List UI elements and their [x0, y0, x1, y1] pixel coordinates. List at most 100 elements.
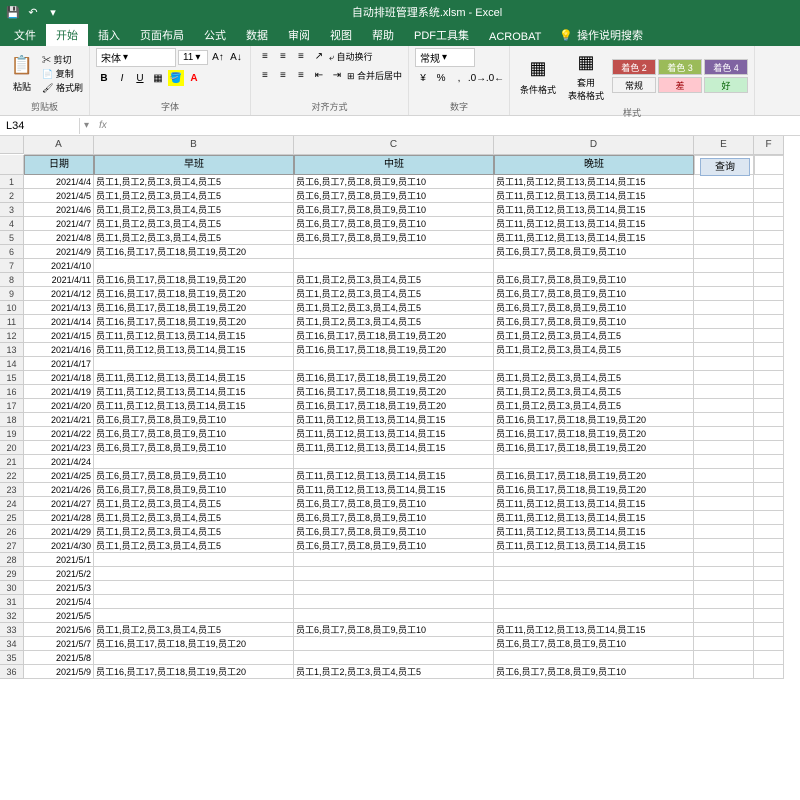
cell[interactable] — [754, 175, 784, 189]
cell[interactable] — [694, 217, 754, 231]
tab-home[interactable]: 开始 — [46, 24, 88, 46]
cell[interactable] — [694, 203, 754, 217]
cell-mid[interactable]: 员工6,员工7,员工8,员工9,员工10 — [294, 511, 494, 525]
cell-date[interactable]: 2021/4/22 — [24, 427, 94, 441]
row-header[interactable]: 28 — [0, 553, 24, 567]
tab-file[interactable]: 文件 — [4, 24, 46, 46]
cell[interactable] — [754, 595, 784, 609]
cell-night[interactable]: 员工16,员工17,员工18,员工19,员工20 — [494, 441, 694, 455]
cell[interactable] — [694, 175, 754, 189]
cell-night[interactable]: 员工11,员工12,员工13,员工14,员工15 — [494, 623, 694, 637]
cell[interactable] — [754, 637, 784, 651]
cell[interactable] — [754, 581, 784, 595]
cut-button[interactable]: ✂ 剪切 — [42, 53, 83, 66]
cell-mid[interactable]: 员工1,员工2,员工3,员工4,员工5 — [294, 301, 494, 315]
cell[interactable] — [694, 371, 754, 385]
cell[interactable] — [754, 525, 784, 539]
align-middle-icon[interactable]: ≡ — [275, 48, 291, 64]
cell-mid[interactable]: 员工6,员工7,员工8,员工9,员工10 — [294, 189, 494, 203]
cell-night[interactable]: 员工1,员工2,员工3,员工4,员工5 — [494, 399, 694, 413]
copy-button[interactable]: 📄 复制 — [42, 67, 83, 80]
header-date[interactable]: 日期 — [24, 155, 94, 175]
row-header[interactable]: 7 — [0, 259, 24, 273]
cell-night[interactable]: 员工1,员工2,员工3,员工4,员工5 — [494, 343, 694, 357]
select-all-corner[interactable] — [0, 136, 24, 154]
cell[interactable] — [694, 665, 754, 679]
cell-date[interactable]: 2021/5/7 — [24, 637, 94, 651]
cell[interactable] — [754, 357, 784, 371]
style-good[interactable]: 好 — [704, 77, 748, 93]
font-color-button[interactable]: A — [186, 70, 202, 86]
underline-button[interactable]: U — [132, 70, 148, 86]
undo-icon[interactable]: ↶ — [26, 5, 40, 19]
cell-date[interactable]: 2021/4/27 — [24, 497, 94, 511]
cell[interactable] — [754, 553, 784, 567]
cell-mid[interactable] — [294, 245, 494, 259]
cell[interactable] — [754, 413, 784, 427]
cell-mid[interactable]: 员工1,员工2,员工3,员工4,员工5 — [294, 665, 494, 679]
cell-morning[interactable] — [94, 455, 294, 469]
header-night[interactable]: 晚班 — [494, 155, 694, 175]
cell-mid[interactable]: 员工11,员工12,员工13,员工14,员工15 — [294, 441, 494, 455]
cell-night[interactable]: 员工11,员工12,员工13,员工14,员工15 — [494, 497, 694, 511]
cell-mid[interactable]: 员工11,员工12,员工13,员工14,员工15 — [294, 413, 494, 427]
cell-night[interactable] — [494, 595, 694, 609]
cell-date[interactable]: 2021/5/6 — [24, 623, 94, 637]
cell-morning[interactable]: 员工6,员工7,员工8,员工9,员工10 — [94, 427, 294, 441]
cell-date[interactable]: 2021/5/5 — [24, 609, 94, 623]
wrap-text-button[interactable]: ⤶ 自动换行 — [329, 50, 373, 63]
col-header-D[interactable]: D — [494, 136, 694, 155]
align-top-icon[interactable]: ≡ — [257, 48, 273, 64]
namebox-dropdown-icon[interactable]: ▾ — [80, 120, 93, 131]
cell-night[interactable] — [494, 651, 694, 665]
cell-morning[interactable]: 员工16,员工17,员工18,员工19,员工20 — [94, 665, 294, 679]
cell-mid[interactable] — [294, 595, 494, 609]
cell-date[interactable]: 2021/4/4 — [24, 175, 94, 189]
cell[interactable] — [694, 413, 754, 427]
row-header[interactable]: 26 — [0, 525, 24, 539]
cell[interactable] — [694, 259, 754, 273]
style-accent2[interactable]: 着色 2 — [612, 59, 656, 75]
cell[interactable] — [754, 371, 784, 385]
cell-date[interactable]: 2021/5/1 — [24, 553, 94, 567]
merge-center-button[interactable]: ⊞ 合并后居中 — [347, 69, 402, 82]
italic-button[interactable]: I — [114, 70, 130, 86]
cell-morning[interactable]: 员工1,员工2,员工3,员工4,员工5 — [94, 623, 294, 637]
row-header[interactable]: 9 — [0, 287, 24, 301]
cell-date[interactable]: 2021/4/29 — [24, 525, 94, 539]
qat-dropdown-icon[interactable]: ▾ — [46, 5, 60, 19]
cell-morning[interactable]: 员工1,员工2,员工3,员工4,员工5 — [94, 231, 294, 245]
cell[interactable] — [754, 539, 784, 553]
bold-button[interactable]: B — [96, 70, 112, 86]
cell-morning[interactable]: 员工1,员工2,员工3,员工4,员工5 — [94, 217, 294, 231]
cell-morning[interactable]: 员工6,员工7,员工8,员工9,员工10 — [94, 469, 294, 483]
cell[interactable] — [754, 511, 784, 525]
row-header[interactable]: 31 — [0, 595, 24, 609]
cell-morning[interactable] — [94, 609, 294, 623]
row-header[interactable]: 27 — [0, 539, 24, 553]
cell[interactable] — [754, 483, 784, 497]
cell-date[interactable]: 2021/4/6 — [24, 203, 94, 217]
cell-date[interactable]: 2021/4/17 — [24, 357, 94, 371]
cell-night[interactable]: 员工11,员工12,员工13,员工14,员工15 — [494, 203, 694, 217]
cell-date[interactable]: 2021/4/11 — [24, 273, 94, 287]
tell-me-search[interactable]: 💡 操作说明搜索 — [551, 24, 651, 46]
cell-date[interactable]: 2021/4/20 — [24, 399, 94, 413]
cell-night[interactable] — [494, 455, 694, 469]
cell-date[interactable]: 2021/4/25 — [24, 469, 94, 483]
row-header[interactable]: 29 — [0, 567, 24, 581]
cell[interactable] — [754, 315, 784, 329]
row-header[interactable]: 23 — [0, 483, 24, 497]
style-normal[interactable]: 常规 — [612, 77, 656, 93]
cell-mid[interactable]: 员工1,员工2,员工3,员工4,员工5 — [294, 315, 494, 329]
cell-morning[interactable]: 员工16,员工17,员工18,员工19,员工20 — [94, 637, 294, 651]
cell-mid[interactable] — [294, 455, 494, 469]
cell-night[interactable]: 员工6,员工7,员工8,员工9,员工10 — [494, 637, 694, 651]
row-header[interactable]: 35 — [0, 651, 24, 665]
cell-night[interactable]: 员工6,员工7,员工8,员工9,员工10 — [494, 301, 694, 315]
cell-morning[interactable]: 员工1,员工2,员工3,员工4,员工5 — [94, 175, 294, 189]
tab-layout[interactable]: 页面布局 — [130, 24, 194, 46]
cell[interactable] — [694, 539, 754, 553]
cell-mid[interactable]: 员工16,员工17,员工18,员工19,员工20 — [294, 399, 494, 413]
fx-icon[interactable]: fx — [93, 120, 113, 131]
